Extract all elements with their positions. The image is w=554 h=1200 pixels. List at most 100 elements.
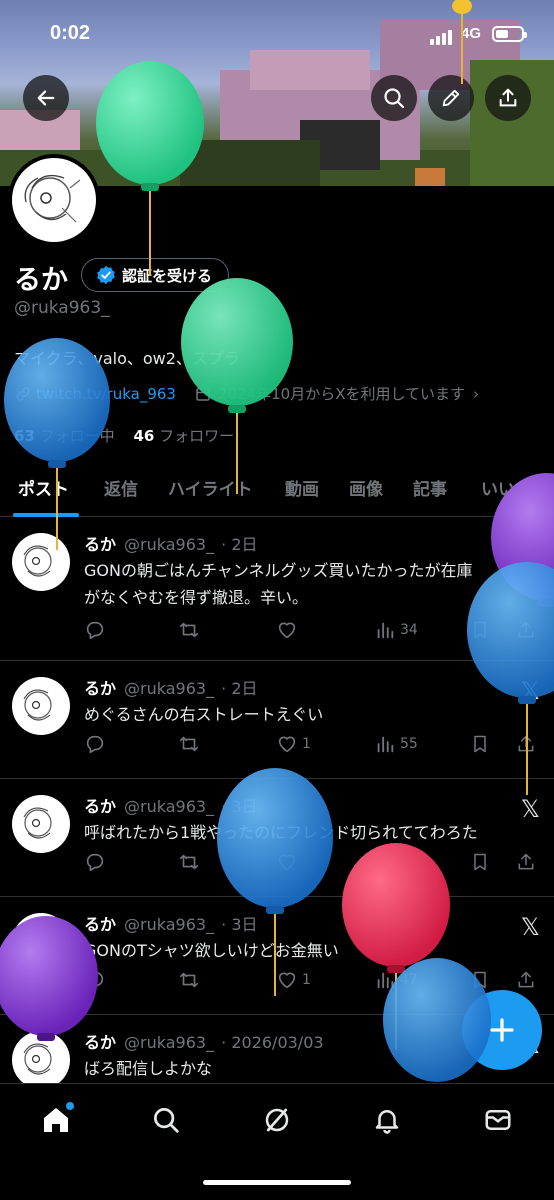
tab-replies[interactable]: 返信: [104, 475, 138, 500]
repost-button[interactable]: [178, 619, 200, 641]
tweet-avatar[interactable]: [12, 1031, 70, 1089]
tab-posts[interactable]: ポスト: [18, 475, 69, 500]
like-count: 1: [302, 736, 311, 752]
repost-icon: [179, 736, 199, 752]
tab-likes[interactable]: いいね: [481, 475, 532, 500]
view-count: 55: [400, 736, 418, 752]
bookmark-button[interactable]: [470, 619, 490, 641]
tweet-time: · 3日: [221, 797, 258, 816]
views-button[interactable]: 47: [374, 969, 418, 991]
tab-highlights[interactable]: ハイライト: [168, 475, 253, 500]
profile-link[interactable]: twitch.tv/ruka_963: [36, 385, 176, 403]
tweet-author-name[interactable]: るか: [84, 679, 116, 698]
edit-button[interactable]: [428, 75, 474, 121]
views-button[interactable]: 55: [374, 733, 418, 755]
tweet[interactable]: るか @ruka963_ · 3日 𝕏 呼ばれたから1戦やったのにフレンド切られて…: [0, 779, 554, 897]
reply-icon: [86, 621, 104, 640]
avatar-sketch: [24, 174, 81, 223]
tweet[interactable]: るか @ruka963_ · 2日 𝕏 めぐるさんの右ストレートえぐい 1 55: [0, 661, 554, 779]
heart-icon: [278, 854, 296, 871]
tweet-time: · 3日: [221, 915, 258, 934]
repost-button[interactable]: [178, 851, 200, 873]
like-count: 1: [302, 972, 311, 988]
tweet-author-handle[interactable]: @ruka963_: [124, 915, 214, 934]
arrow-left-icon: [37, 90, 55, 106]
tweet-author-name[interactable]: るか: [84, 535, 116, 554]
share-button[interactable]: [516, 969, 536, 991]
like-button[interactable]: [276, 851, 302, 873]
chevron-right-icon[interactable]: ›: [473, 385, 479, 403]
share-button[interactable]: [485, 75, 531, 121]
tweet-avatar[interactable]: [12, 795, 70, 853]
tweet-avatar[interactable]: [12, 533, 70, 591]
search-button[interactable]: [371, 75, 417, 121]
tweet-author-handle[interactable]: @ruka963_: [124, 679, 214, 698]
tab-images[interactable]: 画像: [349, 475, 383, 500]
share-icon: [518, 621, 534, 638]
search-icon: [384, 88, 405, 109]
views-button[interactable]: 34: [374, 619, 418, 641]
tweet-text: GONのTシャツ欲しいけどお金無い: [84, 937, 544, 964]
reply-button[interactable]: [84, 851, 106, 873]
reply-button[interactable]: [84, 619, 106, 641]
nav-notifications[interactable]: [367, 1100, 407, 1140]
reply-icon: [86, 735, 104, 754]
profile-handle: @ruka963_: [14, 298, 110, 318]
reply-button[interactable]: [84, 969, 106, 991]
like-button[interactable]: 1: [276, 733, 311, 755]
followers-count: 46: [133, 427, 155, 445]
profile-bio: マイクラ、valo、ow2、スプラ: [14, 349, 240, 368]
tab-videos[interactable]: 動画: [285, 475, 319, 500]
share-icon: [518, 971, 534, 988]
nav-messages[interactable]: [478, 1100, 518, 1140]
calendar-icon: [196, 386, 210, 401]
nav-home[interactable]: [36, 1100, 76, 1140]
profile-avatar[interactable]: [8, 154, 100, 246]
tweet-author-name[interactable]: るか: [84, 1033, 116, 1052]
views-icon: [377, 972, 394, 989]
bookmark-button[interactable]: [470, 851, 490, 873]
bookmark-button[interactable]: [470, 969, 490, 991]
home-indicator: [203, 1180, 351, 1185]
share-icon: [518, 735, 534, 752]
tweet-author-handle[interactable]: @ruka963_: [124, 797, 214, 816]
like-button[interactable]: 1: [276, 969, 311, 991]
tweet-author-name[interactable]: るか: [84, 915, 116, 934]
tweet-text-line: GONの朝ごはんチャンネルグッズ買いたかったが在庫: [84, 561, 473, 580]
tweet-avatar[interactable]: [12, 913, 70, 971]
followers-link[interactable]: 46 フォロワー: [133, 427, 234, 445]
tweet[interactable]: るか @ruka963_ · 2日 𝕏 GONの朝ごはんチャンネルグッズ買いたかっ…: [0, 517, 554, 661]
reply-button[interactable]: [84, 733, 106, 755]
battery-icon: [492, 26, 527, 42]
tweet-text-line: 呼ばれたから1戦やったのにフレンド切られててわろた: [84, 823, 478, 842]
view-count: 75: [400, 854, 418, 870]
views-button[interactable]: 75: [374, 851, 418, 873]
nav-search[interactable]: [146, 1100, 186, 1140]
tweet-header: るか @ruka963_ · 2日: [84, 675, 258, 699]
tweet[interactable]: るか@ruka963_ · 3日 𝕏 GONのTシャツ欲しいけどお金無い 1: [0, 897, 554, 1015]
share-button[interactable]: [516, 619, 536, 641]
repost-button[interactable]: [178, 733, 200, 755]
back-button[interactable]: [23, 75, 69, 121]
get-verified-button[interactable]: 認証を受ける: [81, 258, 230, 292]
reply-icon: [86, 853, 104, 872]
tweet-author-handle[interactable]: @ruka963_: [124, 1033, 214, 1052]
like-button[interactable]: [276, 619, 302, 641]
view-count: 47: [400, 972, 418, 988]
get-verified-label: 認証を受ける: [122, 266, 213, 285]
tweet-author-handle[interactable]: @ruka963_: [124, 535, 214, 554]
tweet-actions: 34: [84, 619, 544, 643]
notification-dot: [66, 1102, 74, 1110]
share-button[interactable]: [516, 733, 536, 755]
nav-grok[interactable]: [257, 1100, 297, 1140]
tweet-avatar[interactable]: [12, 677, 70, 735]
share-button[interactable]: [516, 851, 536, 873]
bookmark-button[interactable]: [470, 733, 490, 755]
tab-articles[interactable]: 記事: [413, 475, 447, 500]
tweet-author-name[interactable]: るか: [84, 797, 116, 816]
repost-button[interactable]: [178, 969, 200, 991]
tweet-time: · 2日: [221, 679, 258, 698]
compose-button[interactable]: [462, 990, 542, 1070]
following-link[interactable]: 63 フォロー中: [14, 427, 115, 445]
followers-label: フォロワー: [159, 427, 235, 445]
